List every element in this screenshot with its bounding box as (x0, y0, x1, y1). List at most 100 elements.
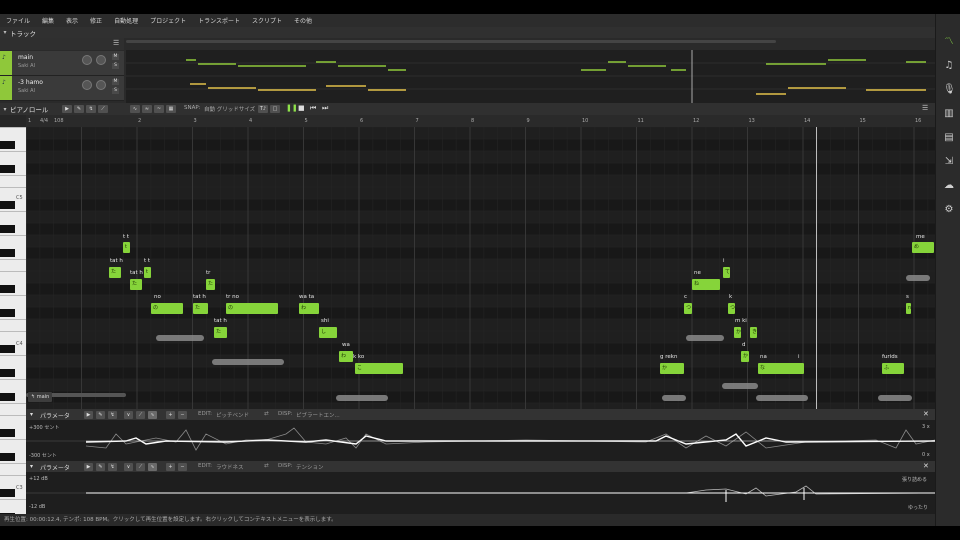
menu-item-6[interactable]: トランスポート (192, 16, 246, 25)
smooth-tool-button[interactable]: ⟋ (136, 463, 145, 471)
note-block[interactable]: わ (339, 351, 353, 362)
note-block[interactable]: た (130, 279, 142, 290)
collapse-chevron-icon[interactable]: ▾ (30, 411, 33, 418)
menu-item-0[interactable]: ファイル (0, 16, 36, 25)
remove-point-button[interactable]: − (178, 411, 187, 419)
edit-parameter-select[interactable]: ラウドネス (216, 463, 244, 471)
menu-icon[interactable]: ☰ (922, 104, 928, 112)
pitch-bend-curve-area[interactable]: +300 セント -300 セント 3 x 0 x (26, 420, 935, 461)
vibrato-tool-button[interactable]: ≈ (142, 105, 152, 113)
snap-select[interactable]: 自動 グリッドサイズ (204, 105, 255, 113)
add-point-button[interactable]: + (166, 463, 175, 471)
mute-button[interactable]: M (112, 54, 119, 60)
note-block[interactable]: た (206, 279, 215, 290)
black-key[interactable] (0, 489, 15, 497)
music-note-icon[interactable]: ♫ (943, 60, 955, 72)
pan-knob-icon[interactable] (96, 80, 106, 90)
menu-item-5[interactable]: プロジェクト (144, 16, 192, 25)
menu-icon[interactable]: ☰ (113, 39, 119, 47)
mute-button[interactable]: M (112, 79, 119, 85)
library-icon[interactable]: ▥ (943, 108, 955, 120)
menu-item-2[interactable]: 表示 (60, 16, 84, 25)
note-block[interactable]: の (226, 303, 278, 314)
volume-knob-icon[interactable] (82, 55, 92, 65)
black-key[interactable] (0, 249, 15, 257)
note-block[interactable]: な (758, 363, 804, 374)
note-block[interactable]: の (151, 303, 183, 314)
pen-tool-button[interactable]: ✎ (74, 105, 84, 113)
grid-tool-button[interactable]: ▦ (166, 105, 176, 113)
track-arrangement-area[interactable] (126, 50, 935, 103)
collapse-chevron-icon[interactable]: ▾ (0, 29, 10, 36)
track-header-hamo[interactable]: ♪ -3 hamo Saki AI M S (0, 76, 124, 101)
menu-item-3[interactable]: 修正 (84, 16, 108, 25)
black-key[interactable] (0, 453, 15, 461)
note-block[interactable]: n (906, 303, 911, 314)
select-tool-button[interactable]: ▶ (84, 411, 93, 419)
note-block[interactable]: き (750, 327, 757, 338)
note-block[interactable]: た (214, 327, 227, 338)
note-block[interactable]: つ (684, 303, 692, 314)
piano-keyboard[interactable]: C5 C4 C3 (0, 127, 26, 526)
vibrato-tool-button[interactable]: ∿ (148, 463, 157, 471)
note-block[interactable]: ふ (882, 363, 904, 374)
menu-item-4[interactable]: 自動処理 (108, 16, 144, 25)
black-key[interactable] (0, 201, 15, 209)
forward-icon[interactable]: ⏭ (322, 104, 328, 113)
remove-point-button[interactable]: − (178, 463, 187, 471)
menu-item-7[interactable]: スクリプト (246, 16, 288, 25)
note-block[interactable]: か (660, 363, 684, 374)
pan-knob-icon[interactable] (96, 55, 106, 65)
line-tool-button[interactable]: ↯ (108, 411, 117, 419)
loudness-curve-area[interactable]: +12 dB -12 dB 張り詰める ゆったり (26, 472, 935, 514)
note-block[interactable]: て (723, 267, 730, 278)
solo-button[interactable]: S (112, 63, 119, 69)
book-icon[interactable]: ▤ (943, 132, 955, 144)
pen-tool-button[interactable]: ✎ (96, 463, 105, 471)
microphone-icon[interactable]: 🎙 (943, 84, 956, 96)
note-block[interactable]: わ (299, 303, 319, 314)
edit-parameter-select[interactable]: ピッチベンド (216, 411, 249, 419)
close-icon[interactable]: ✕ (923, 410, 929, 418)
note-block[interactable]: つ (728, 303, 735, 314)
black-key[interactable] (0, 165, 15, 173)
volume-knob-icon[interactable] (82, 80, 92, 90)
note-block[interactable]: た (109, 267, 121, 278)
collapse-chevron-icon[interactable]: ▾ (30, 463, 33, 470)
note-block[interactable]: t (144, 267, 151, 278)
black-key[interactable] (0, 393, 15, 401)
black-key[interactable] (0, 309, 15, 317)
line-tool-button[interactable]: ⟋ (98, 105, 108, 113)
vibrato-tool-button[interactable]: ∿ (148, 411, 157, 419)
curve-tool-button[interactable]: ∨ (124, 463, 133, 471)
eraser-tool-button[interactable]: ↯ (86, 105, 96, 113)
black-key[interactable] (0, 369, 15, 377)
line-tool-button[interactable]: ↯ (108, 463, 117, 471)
track-scrollbar[interactable] (126, 40, 776, 43)
stop-icon[interactable]: ■ (298, 104, 305, 112)
clip-label[interactable]: ↰ main (28, 392, 53, 402)
note-block[interactable]: か (741, 351, 749, 362)
cloud-icon[interactable]: ☁ (943, 180, 955, 192)
black-key[interactable] (0, 285, 15, 293)
rewind-icon[interactable]: ⏮ (310, 104, 316, 113)
display-parameter-select[interactable]: テンション (296, 463, 324, 471)
collapse-chevron-icon[interactable]: ▾ (0, 106, 10, 113)
note-block[interactable]: ね (692, 279, 720, 290)
track-header-main[interactable]: ♪ main Saki AI M S (0, 51, 124, 76)
gear-icon[interactable]: ⚙ (943, 204, 955, 216)
export-icon[interactable]: ⇲ (943, 156, 955, 168)
black-key[interactable] (0, 429, 15, 437)
select-tool-button[interactable]: ▶ (84, 463, 93, 471)
smooth-tool-button[interactable]: ~ (154, 105, 164, 113)
piano-roll-ruler[interactable]: 1 4/4 108 234567891011121314151617 (26, 115, 935, 127)
note-block[interactable]: こ (355, 363, 403, 374)
swap-icon[interactable]: ⇄ (264, 463, 269, 469)
piano-roll-grid[interactable]: tたたtのたたのたわしわこねてつつかきかなかふめnt t tat ht t tat … (26, 127, 935, 409)
note-block[interactable]: t (123, 242, 130, 253)
note-block[interactable]: た (193, 303, 208, 314)
close-icon[interactable]: ✕ (923, 462, 929, 470)
display-parameter-select[interactable]: ピブラートエン... (296, 411, 340, 419)
playhead[interactable] (816, 127, 817, 409)
swap-icon[interactable]: ⇄ (264, 411, 269, 417)
